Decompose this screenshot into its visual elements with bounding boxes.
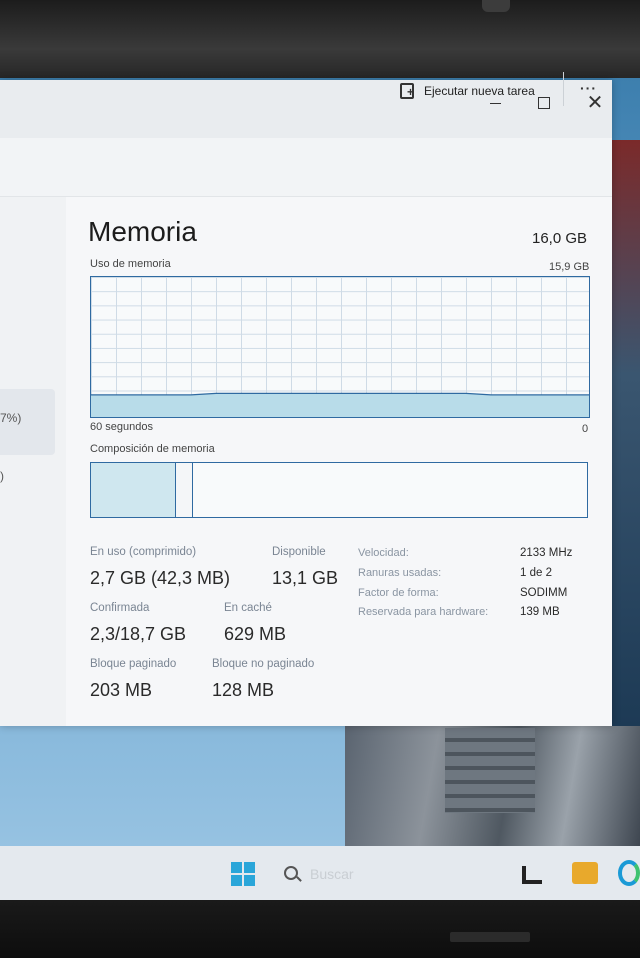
memory-composition-bar: [90, 462, 588, 518]
new-task-icon: [400, 83, 416, 99]
paged-pool-value: 203 MB: [90, 680, 153, 700]
committed-value: 2,3/18,7 GB: [90, 624, 187, 644]
available-label: Disponible: [272, 546, 326, 558]
usage-graph-label: Uso de memoria: [90, 258, 171, 270]
app-icon[interactable]: [522, 866, 542, 884]
hardware-reserved-key: Reservada para hardware:: [358, 606, 489, 618]
graph-time-left: 60 segundos: [90, 421, 153, 433]
sidebar: 7%) ): [0, 197, 66, 726]
usage-area: [91, 393, 589, 417]
paged-pool-label: Bloque paginado: [90, 658, 177, 670]
monitor-bezel-top: [0, 0, 640, 82]
monitor-logo: [450, 932, 530, 942]
hardware-reserved-value: 139 MB: [520, 606, 560, 618]
search-icon: [284, 866, 298, 880]
cached-value: 629 MB: [224, 624, 287, 644]
slots-used-value: 1 de 2: [520, 567, 552, 579]
form-factor-key: Factor de forma:: [358, 587, 439, 599]
windows-logo-icon: [244, 862, 255, 873]
total-memory: 16,0 GB: [532, 230, 588, 247]
speed-key: Velocidad:: [358, 547, 409, 559]
speed-value: 2133 MHz: [520, 547, 573, 559]
memory-usage-graph: [90, 276, 590, 418]
slots-used-key: Ranuras usadas:: [358, 567, 442, 579]
windows-logo-icon: [231, 875, 242, 886]
in-use-value: 2,7 GB (42,3 MB): [90, 568, 231, 588]
run-new-task-button[interactable]: Ejecutar nueva tarea: [400, 80, 535, 102]
windows-logo-icon: [244, 875, 255, 886]
edge-browser-icon[interactable]: [618, 860, 640, 886]
run-new-task-label: Ejecutar nueva tarea: [424, 84, 535, 98]
taskbar-search[interactable]: Buscar: [278, 862, 368, 886]
page-title: Memoria: [88, 216, 197, 247]
composition-label: Composición de memoria: [90, 443, 215, 455]
usage-graph-max: 15,9 GB: [549, 261, 590, 273]
nonpaged-pool-label: Bloque no paginado: [212, 658, 315, 670]
wallpaper-stairs: [445, 728, 535, 813]
composition-in-use: [91, 463, 176, 517]
nonpaged-pool-value: 128 MB: [212, 680, 275, 700]
monitor-bezel-bottom: [0, 900, 640, 958]
available-value: 13,1 GB: [272, 568, 339, 588]
in-use-label: En uso (comprimido): [90, 546, 197, 558]
divider: [563, 72, 564, 106]
webcam: [482, 0, 510, 12]
sidebar-item-label: ): [0, 469, 4, 483]
file-explorer-icon[interactable]: [572, 862, 598, 884]
committed-label: Confirmada: [90, 602, 150, 614]
composition-modified: [175, 463, 194, 517]
sidebar-item-label: 7%): [0, 411, 22, 425]
command-bar: [0, 138, 612, 197]
background-window-edge: [612, 140, 640, 726]
taskbar-search-placeholder: Buscar: [310, 866, 354, 882]
start-button[interactable]: [231, 862, 255, 886]
form-factor-value: SODIMM: [520, 587, 568, 599]
sidebar-item-memory[interactable]: 7%): [0, 389, 55, 455]
cached-label: En caché: [224, 602, 272, 614]
windows-logo-icon: [231, 862, 242, 873]
usage-graph-svg: [91, 392, 589, 417]
graph-time-right: 0: [582, 423, 589, 435]
more-options-button[interactable]: ···: [580, 80, 597, 96]
